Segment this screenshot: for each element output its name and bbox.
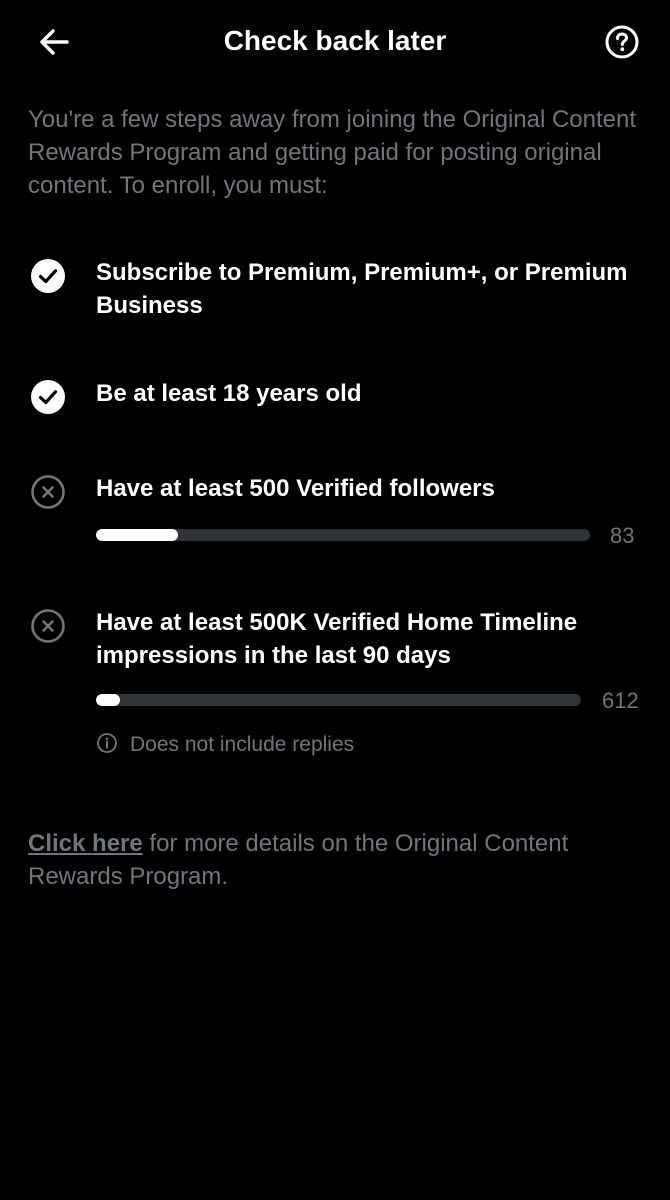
footer-text: Click here for more details on the Origi… bbox=[28, 827, 628, 893]
details-link[interactable]: Click here bbox=[28, 830, 143, 857]
impressions-count: 612 bbox=[602, 688, 639, 713]
requirement-label: Subscribe to Premium, Premium+, or Premi… bbox=[96, 259, 628, 319]
impressions-progress-bar bbox=[96, 694, 581, 706]
x-circle-icon bbox=[31, 609, 65, 643]
info-icon bbox=[97, 733, 117, 754]
followers-progress-fill bbox=[96, 529, 178, 541]
x-circle-icon bbox=[31, 475, 65, 509]
question-circle-icon bbox=[605, 25, 639, 59]
requirement-label: Be at least 18 years old bbox=[96, 380, 362, 407]
note-text: Does not include replies bbox=[130, 733, 355, 756]
check-circle-icon bbox=[31, 380, 65, 414]
requirement-label: Have at least 500 Verified followers bbox=[96, 475, 495, 502]
followers-count: 83 bbox=[610, 523, 635, 548]
impressions-note: Does not include replies bbox=[96, 731, 354, 759]
check-circle-icon bbox=[31, 259, 65, 293]
requirement-label: Have at least 500K Verified Home Timelin… bbox=[96, 609, 578, 669]
top-bar: Check back later bbox=[0, 0, 670, 84]
impressions-progress-fill bbox=[96, 694, 121, 706]
intro-text: You're a few steps away from joining the… bbox=[28, 106, 637, 199]
followers-progress-bar bbox=[96, 529, 590, 541]
page-title: Check back later bbox=[223, 25, 447, 56]
help-button[interactable] bbox=[602, 22, 642, 62]
